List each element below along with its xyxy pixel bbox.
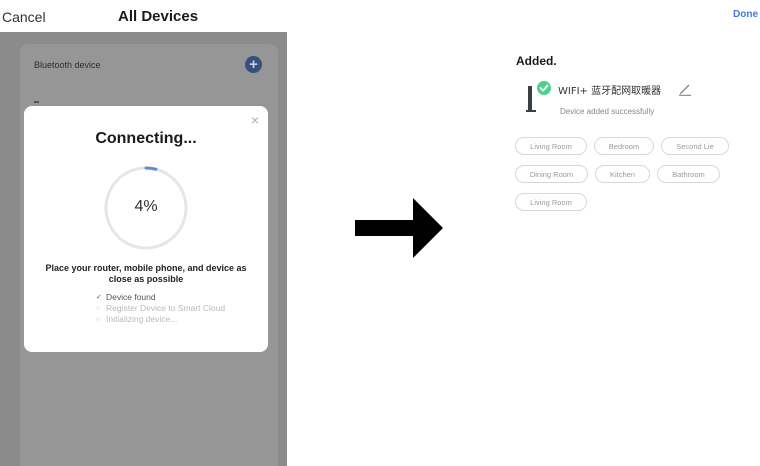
room-chip[interactable]: Kitchen xyxy=(595,165,650,183)
connecting-screen: Cancel All Devices Bluetooth device + × … xyxy=(0,0,287,466)
connecting-modal: × Connecting... 4% Place your router, mo… xyxy=(24,106,268,352)
modal-title: Connecting... xyxy=(95,130,197,147)
check-circle-icon xyxy=(537,81,551,95)
pending-circle-icon: ○ xyxy=(96,316,101,323)
step-initializing: ○ Initializing device... xyxy=(96,314,225,325)
step-device-found: ✓ Device found xyxy=(96,292,225,303)
progress-percent: 4% xyxy=(134,198,158,215)
added-title: Added. xyxy=(516,54,557,68)
room-chip[interactable]: Bedroom xyxy=(594,137,654,155)
step-label: Register Device to Smart Cloud xyxy=(106,303,226,313)
room-chip[interactable]: Living Room xyxy=(515,137,587,155)
room-chip[interactable]: Bathroom xyxy=(657,165,720,183)
step-register-cloud: ○ Register Device to Smart Cloud xyxy=(96,303,225,314)
heater-device-icon xyxy=(526,81,551,112)
step-label: Initializing device... xyxy=(106,314,178,324)
check-icon: ✓ xyxy=(96,294,102,301)
pencil-icon[interactable] xyxy=(678,82,692,96)
device-name: WIFI+ 蓝牙配网取暖器 xyxy=(558,86,662,97)
instruction-text: Place your router, mobile phone, and dev… xyxy=(45,263,247,284)
list-item-marker xyxy=(34,101,39,103)
room-chip[interactable]: Living Room xyxy=(515,193,587,211)
page-title: All Devices xyxy=(118,8,199,25)
pending-circle-icon: ○ xyxy=(96,305,101,312)
right-arrow-icon xyxy=(355,198,443,258)
done-button[interactable]: Done xyxy=(733,9,758,20)
room-chip[interactable]: Dining Room xyxy=(515,165,588,183)
device-status: Device added successfully xyxy=(560,107,655,116)
top-bar: Cancel All Devices xyxy=(0,0,287,32)
step-label: Device found xyxy=(106,292,156,302)
plus-circle-icon[interactable]: + xyxy=(245,56,262,73)
bluetooth-device-label: Bluetooth device xyxy=(34,60,101,70)
room-chip[interactable]: Second Lie xyxy=(661,137,729,155)
step-list: ✓ Device found ○ Register Device to Smar… xyxy=(96,292,225,325)
cancel-button[interactable]: Cancel xyxy=(2,9,46,25)
close-icon[interactable]: × xyxy=(251,113,259,127)
